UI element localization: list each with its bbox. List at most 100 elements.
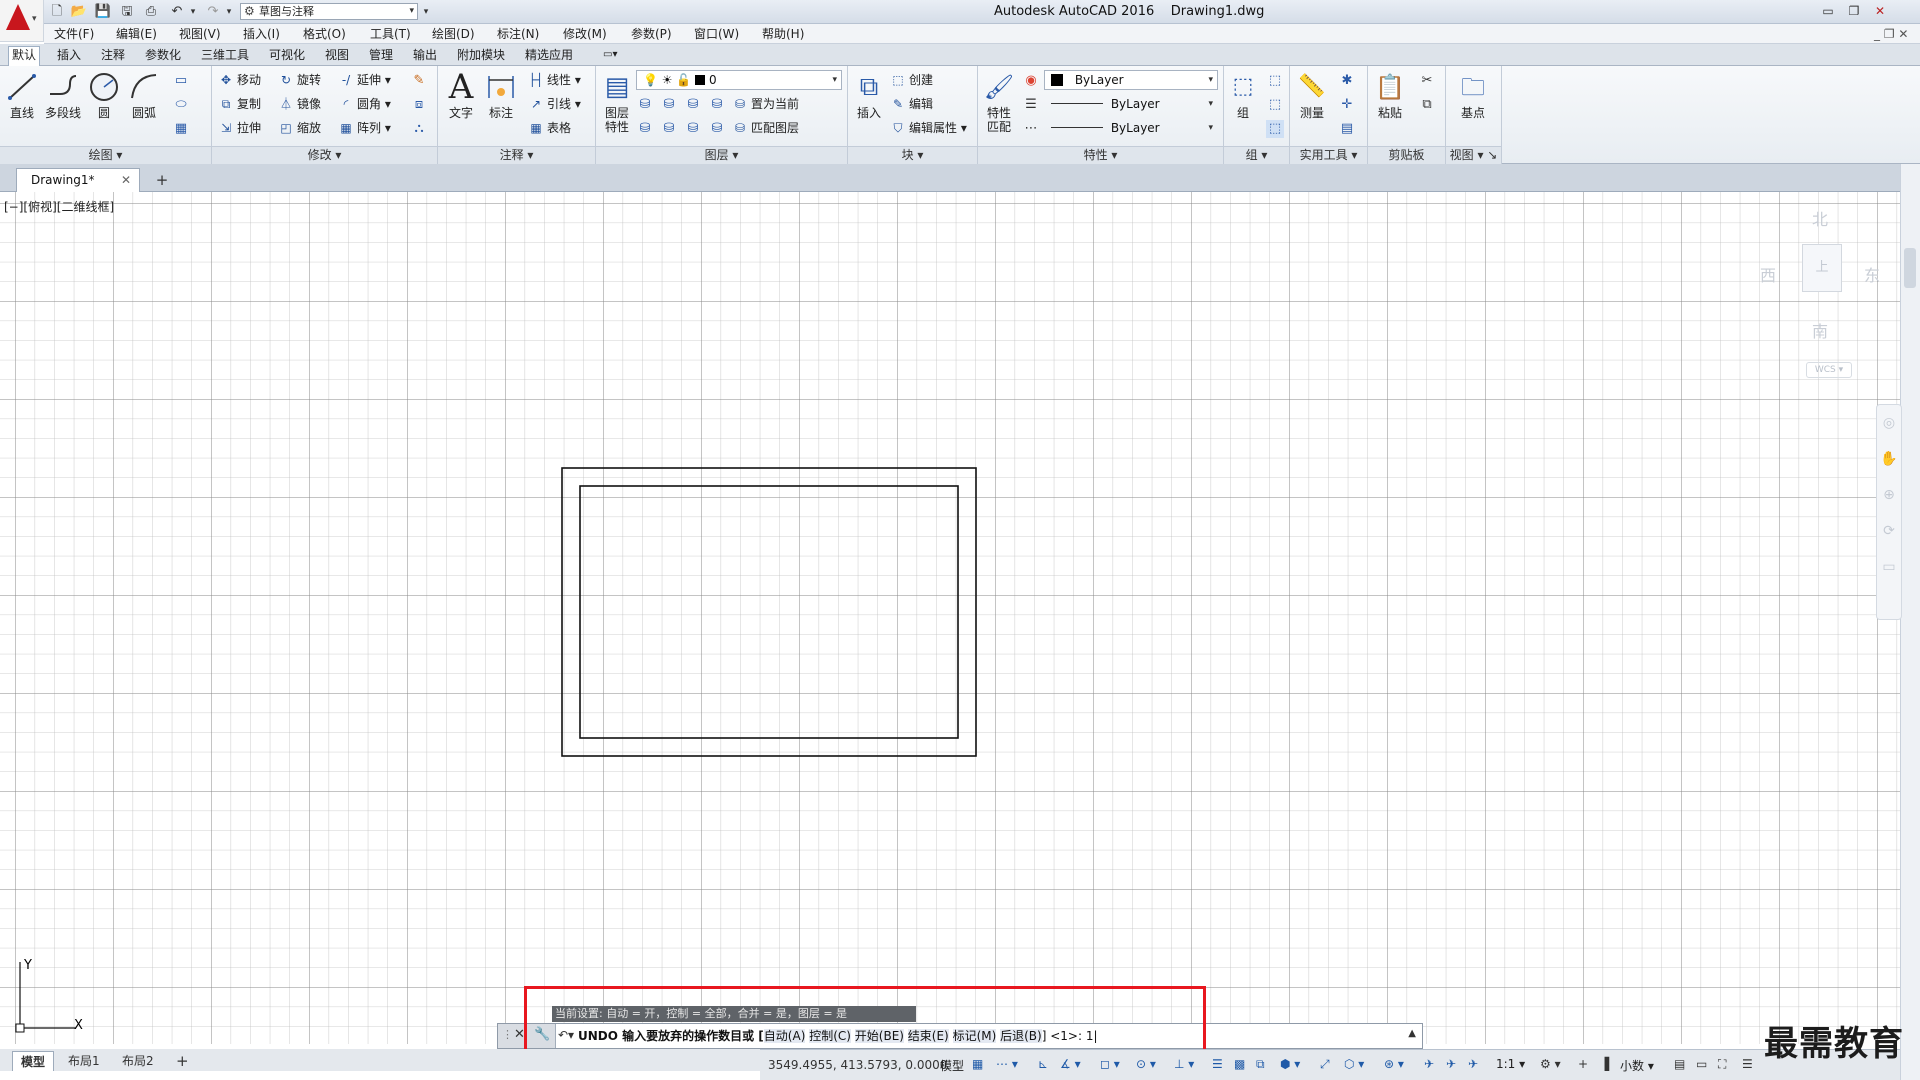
grid-icon[interactable]: ▦ bbox=[972, 1057, 983, 1071]
ungroup-icon[interactable]: ⬚ bbox=[1266, 72, 1284, 90]
polar-icon[interactable]: ∡ ▾ bbox=[1060, 1057, 1081, 1071]
minimize-icon[interactable]: ▭ bbox=[1816, 2, 1840, 20]
otrack-icon[interactable]: ⊙ ▾ bbox=[1136, 1057, 1156, 1071]
tab-visualize[interactable]: 可视化 bbox=[266, 47, 308, 63]
tab-insert[interactable]: 插入 bbox=[54, 47, 84, 63]
move-button[interactable]: ✥ 移动 bbox=[218, 70, 261, 90]
tab-annotate[interactable]: 注释 bbox=[98, 47, 128, 63]
selection-cycling-icon[interactable]: ⧉ bbox=[1256, 1057, 1265, 1072]
snap-icon[interactable]: ⋯ ▾ bbox=[996, 1057, 1018, 1071]
layer-properties-button[interactable]: ▤ 图层 特性 bbox=[600, 70, 634, 134]
mirror-button[interactable]: ⏃ 镜像 bbox=[278, 94, 321, 114]
line-button[interactable]: 直线 bbox=[4, 70, 40, 120]
tab-home[interactable]: 默认 bbox=[8, 46, 41, 67]
panel-draw-title[interactable]: 绘图 ▾ bbox=[0, 146, 211, 164]
tab-output[interactable]: 输出 bbox=[410, 47, 440, 63]
menu-file[interactable]: 文件(F) bbox=[54, 26, 94, 42]
layer-lock-icon[interactable]: ⛁ bbox=[708, 96, 726, 114]
osnap-icon[interactable]: ◻ ▾ bbox=[1100, 1057, 1120, 1071]
polyline-button[interactable]: 多段线 bbox=[42, 70, 84, 120]
stretch-button[interactable]: ⇲ 拉伸 bbox=[218, 118, 261, 138]
undo-dropdown-icon[interactable]: ▾ bbox=[184, 3, 202, 21]
viewcube-north[interactable]: 北 bbox=[1812, 206, 1828, 230]
panel-annotation-title[interactable]: 注释 ▾ bbox=[438, 146, 595, 164]
viewcube-west[interactable]: 西 bbox=[1760, 262, 1776, 286]
table-button[interactable]: ▦ 表格 bbox=[528, 118, 571, 138]
layer-select[interactable]: 💡 ☀ 🔓 0 ▾ bbox=[636, 70, 842, 90]
tab-drawing1[interactable]: Drawing1* ✕ bbox=[16, 168, 140, 192]
arc-button[interactable]: 圆弧 bbox=[126, 70, 162, 120]
gear-icon[interactable]: ⚙ ▾ bbox=[1540, 1057, 1561, 1071]
offset-icon[interactable]: ⧈ bbox=[410, 96, 428, 114]
layer-freeze-icon[interactable]: ⛁ bbox=[684, 96, 702, 114]
open-file-icon[interactable]: 📂 bbox=[70, 3, 88, 21]
layer-isolate-icon[interactable]: ⛁ bbox=[660, 96, 678, 114]
menu-draw[interactable]: 绘图(D) bbox=[432, 26, 475, 42]
quick-access-customize-icon[interactable]: ▾ bbox=[420, 4, 432, 20]
model-space-button[interactable]: 模型 bbox=[940, 1057, 964, 1074]
panel-groups-title[interactable]: 组 ▾ bbox=[1224, 146, 1289, 164]
panel-view-title[interactable]: 视图 ▾ ↘ bbox=[1446, 146, 1501, 164]
save-icon[interactable]: 💾 bbox=[94, 3, 112, 21]
scrollbar-thumb[interactable] bbox=[1904, 248, 1916, 288]
rotate-button[interactable]: ↻ 旋转 bbox=[278, 70, 321, 90]
quick-properties-icon[interactable]: ▤ bbox=[1674, 1057, 1685, 1071]
calculator-icon[interactable]: ▤ bbox=[1338, 120, 1356, 138]
hatch-icon[interactable]: ▦ bbox=[172, 120, 190, 138]
plus-icon[interactable]: + bbox=[1578, 1057, 1588, 1071]
menu-parameters[interactable]: 参数(P) bbox=[631, 26, 672, 42]
fillet-button[interactable]: ◜ 圆角 ▾ bbox=[338, 94, 391, 114]
tab-featured-apps[interactable]: 精选应用 bbox=[522, 47, 576, 63]
measure-button[interactable]: 📏 测量 bbox=[1294, 70, 1330, 120]
chevron-up-icon[interactable]: ▲ bbox=[1408, 1028, 1416, 1039]
erase-icon[interactable]: ✎ bbox=[410, 72, 428, 90]
zoom-extents-icon[interactable]: ⊕ bbox=[1877, 477, 1901, 513]
text-button[interactable]: A 文字 bbox=[444, 70, 478, 120]
menu-modify[interactable]: 修改(M) bbox=[563, 26, 607, 42]
vertical-scrollbar[interactable] bbox=[1900, 164, 1920, 1080]
tab-parametric[interactable]: 参数化 bbox=[142, 47, 184, 63]
close-icon[interactable]: ✕ bbox=[1868, 2, 1892, 20]
lineweight-select[interactable]: ByLayer ▾ bbox=[1044, 118, 1218, 138]
tab-view[interactable]: 视图 bbox=[322, 47, 352, 63]
print-icon[interactable]: ⎙ bbox=[142, 3, 160, 21]
workspace-switch-icon[interactable]: ⊛ ▾ bbox=[1384, 1057, 1404, 1071]
new-tab-icon[interactable]: + bbox=[152, 170, 172, 190]
insert-block-button[interactable]: ⧉ 插入 bbox=[852, 70, 886, 120]
match-properties-button[interactable]: 🖌 特性 匹配 bbox=[982, 70, 1016, 134]
annotation-monitor-icon[interactable]: ⬡ ▾ bbox=[1344, 1057, 1364, 1071]
add-layout-icon[interactable]: + bbox=[168, 1051, 197, 1071]
make-current-button[interactable]: ⛁ 置为当前 bbox=[732, 94, 799, 114]
linetype-select[interactable]: ByLayer ▾ bbox=[1044, 94, 1218, 114]
ellipse-icon[interactable]: ⬭ bbox=[172, 96, 190, 114]
tab-manage[interactable]: 管理 bbox=[366, 47, 396, 63]
viewcube-east[interactable]: 东 bbox=[1864, 262, 1880, 286]
viewcube[interactable]: 北 西 东 南 上 bbox=[1760, 206, 1880, 346]
layer-unlock-icon[interactable]: ⛁ bbox=[708, 120, 726, 138]
copy-clip-icon[interactable]: ⧉ bbox=[1418, 96, 1436, 114]
auto-scale-icon[interactable]: ✈ bbox=[1468, 1057, 1478, 1071]
array-button[interactable]: ▦ 阵列 ▾ bbox=[338, 118, 391, 138]
layer-off-icon[interactable]: ⛁ bbox=[636, 96, 654, 114]
3d-osnap-icon[interactable]: ⬢ ▾ bbox=[1280, 1057, 1300, 1071]
tab-layout1[interactable]: 布局1 bbox=[60, 1051, 108, 1071]
application-menu-button[interactable]: ▾ bbox=[0, 0, 44, 42]
extend-button[interactable]: -/延伸 ▾ bbox=[338, 70, 391, 90]
panel-properties-title[interactable]: 特性 ▾ bbox=[978, 146, 1223, 164]
cut-icon[interactable]: ✂ bbox=[1418, 72, 1436, 90]
close-icon[interactable]: ✕ bbox=[121, 169, 131, 191]
quick-select-icon[interactable]: ✱ bbox=[1338, 72, 1356, 90]
coordinates-readout[interactable]: 3549.4955, 413.5793, 0.0000 bbox=[768, 1058, 947, 1072]
leader-button[interactable]: ↗ 引线 ▾ bbox=[528, 94, 581, 114]
wcs-menu[interactable]: WCS ▾ bbox=[1806, 362, 1852, 378]
rectangle-icon[interactable]: ▭ bbox=[172, 72, 190, 90]
showmotion-icon[interactable]: ▭ bbox=[1877, 549, 1901, 585]
lineweight-toggle-icon[interactable]: ☰ bbox=[1212, 1057, 1223, 1071]
tab-addins[interactable]: 附加模块 bbox=[454, 47, 508, 63]
menu-window[interactable]: 窗口(W) bbox=[694, 26, 739, 42]
menu-help[interactable]: 帮助(H) bbox=[762, 26, 804, 42]
customization-icon[interactable]: ☰ bbox=[1742, 1057, 1753, 1071]
restore-icon[interactable]: ❐ bbox=[1842, 2, 1866, 20]
create-block-button[interactable]: ⬚ 创建 bbox=[890, 70, 933, 90]
group-selection-icon[interactable]: ⬚ bbox=[1266, 120, 1284, 138]
